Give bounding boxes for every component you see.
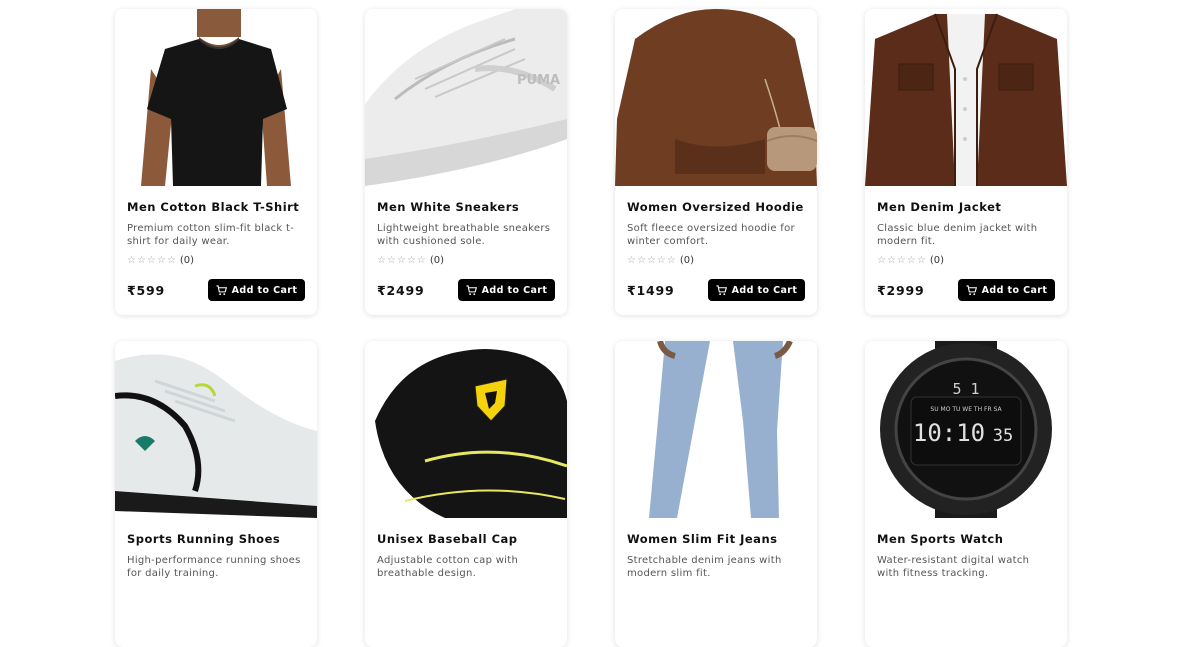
product-title[interactable]: Women Slim Fit Jeans [627, 532, 805, 548]
product-card[interactable]: PUMA Men White Sneakers Lightweight brea… [365, 9, 567, 315]
product-description: Lightweight breathable sneakers with cus… [377, 223, 551, 247]
baseball-cap-image [365, 341, 567, 518]
product-rating: ☆☆☆☆☆ (0) [877, 253, 1055, 267]
product-price: ₹2999 [877, 282, 925, 298]
product-price: ₹1499 [627, 282, 675, 298]
add-to-cart-button[interactable]: Add to Cart [708, 279, 805, 301]
product-price: ₹599 [127, 282, 165, 298]
product-description: Premium cotton slim-fit black t-shirt fo… [127, 223, 295, 247]
add-to-cart-label: Add to Cart [981, 284, 1048, 296]
product-card[interactable]: Unisex Baseball Cap Adjustable cotton ca… [365, 341, 567, 647]
product-title[interactable]: Men Denim Jacket [877, 200, 1055, 216]
product-title[interactable]: Sports Running Shoes [127, 532, 305, 548]
rating-count: (0) [429, 254, 444, 266]
product-description: Water-resistant digital watch with fitne… [877, 555, 1030, 579]
product-description: Stretchable denim jeans with modern slim… [627, 555, 782, 579]
product-card[interactable]: 5 1 SU MO TU WE TH FR SA 10:10 35 Men Sp… [865, 341, 1067, 647]
product-image-slim-jeans[interactable] [615, 341, 817, 518]
slim-jeans-image [615, 341, 817, 518]
product-image-running-shoes[interactable] [115, 341, 317, 518]
product-title[interactable]: Women Oversized Hoodie [627, 200, 805, 216]
product-rating: ☆☆☆☆☆ (0) [377, 253, 555, 267]
add-to-cart-label: Add to Cart [731, 284, 798, 296]
brown-hoodie-image [615, 9, 817, 186]
product-card[interactable]: Men Cotton Black T-Shirt Premium cotton … [115, 9, 317, 315]
product-title[interactable]: Men Sports Watch [877, 532, 1055, 548]
cart-icon [216, 284, 227, 296]
product-image-black-tshirt[interactable] [115, 9, 317, 186]
product-title[interactable]: Men White Sneakers [377, 200, 555, 216]
product-description: Soft fleece oversized hoodie for winter … [627, 223, 795, 247]
product-card[interactable]: Men Denim Jacket Classic blue denim jack… [865, 9, 1067, 315]
product-price: ₹2499 [377, 282, 425, 298]
watch-top-digit: 5 1 [952, 380, 979, 398]
product-image-denim-jacket[interactable] [865, 9, 1067, 186]
product-image-brown-hoodie[interactable] [615, 9, 817, 186]
cart-icon [966, 284, 977, 296]
rating-count: (0) [679, 254, 694, 266]
star-rating-icon: ☆☆☆☆☆ [877, 254, 927, 266]
product-title[interactable]: Men Cotton Black T-Shirt [127, 200, 305, 216]
star-rating-icon: ☆☆☆☆☆ [377, 254, 427, 266]
product-card[interactable]: Sports Running Shoes High-performance ru… [115, 341, 317, 647]
product-description: High-performance running shoes for daily… [127, 555, 301, 579]
star-rating-icon: ☆☆☆☆☆ [627, 254, 677, 266]
add-to-cart-button[interactable]: Add to Cart [958, 279, 1055, 301]
add-to-cart-button[interactable]: Add to Cart [208, 279, 305, 301]
add-to-cart-label: Add to Cart [481, 284, 548, 296]
cart-icon [466, 284, 477, 296]
black-tshirt-image [115, 9, 317, 186]
add-to-cart-button[interactable]: Add to Cart [458, 279, 555, 301]
watch-seconds: 35 [993, 426, 1013, 446]
product-rating: ☆☆☆☆☆ (0) [127, 253, 305, 267]
watch-time: 10:10 [913, 419, 985, 447]
product-image-sports-watch[interactable]: 5 1 SU MO TU WE TH FR SA 10:10 35 [865, 341, 1067, 518]
star-rating-icon: ☆☆☆☆☆ [127, 254, 177, 266]
cart-icon [716, 284, 727, 296]
watch-days: SU MO TU WE TH FR SA [930, 406, 1002, 413]
add-to-cart-label: Add to Cart [231, 284, 298, 296]
product-grid: Men Cotton Black T-Shirt Premium cotton … [115, 9, 1067, 647]
white-sneaker-image: PUMA [365, 9, 567, 186]
product-description: Adjustable cotton cap with breathable de… [377, 555, 519, 579]
rating-count: (0) [179, 254, 194, 266]
product-card[interactable]: Women Slim Fit Jeans Stretchable denim j… [615, 341, 817, 647]
product-image-white-sneakers[interactable]: PUMA [365, 9, 567, 186]
puma-logo-text: PUMA [517, 73, 560, 88]
product-rating: ☆☆☆☆☆ (0) [627, 253, 805, 267]
product-card[interactable]: Women Oversized Hoodie Soft fleece overs… [615, 9, 817, 315]
product-image-baseball-cap[interactable] [365, 341, 567, 518]
running-shoe-image [115, 341, 317, 518]
sports-watch-image: 5 1 SU MO TU WE TH FR SA 10:10 35 [865, 341, 1067, 518]
denim-jacket-image [865, 9, 1067, 186]
rating-count: (0) [929, 254, 944, 266]
product-title[interactable]: Unisex Baseball Cap [377, 532, 555, 548]
product-description: Classic blue denim jacket with modern fi… [877, 223, 1038, 247]
